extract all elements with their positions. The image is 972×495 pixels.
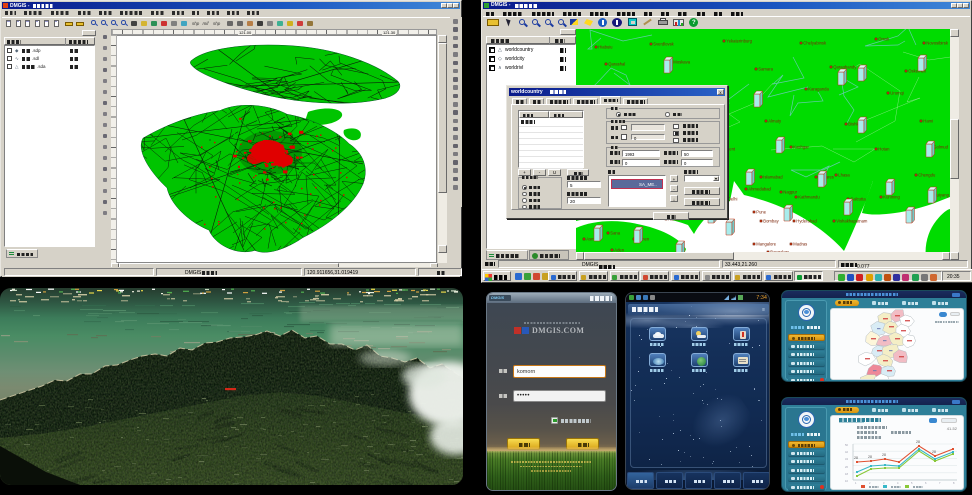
svg-text:8: 8 [953, 481, 955, 485]
svg-text:Islamabad: Islamabad [763, 175, 783, 180]
svg-text:Hyderabad: Hyderabad [796, 219, 817, 224]
svg-text:Omsk: Omsk [878, 37, 890, 42]
svg-text:28: 28 [916, 440, 920, 444]
svg-text:Chelyabinsk: Chelyabinsk [803, 41, 827, 46]
svg-text:6: 6 [925, 481, 927, 485]
svg-text:Urumqi: Urumqi [890, 91, 904, 96]
svg-text:50: 50 [845, 443, 848, 447]
svg-text:Mangalore: Mangalore [756, 242, 776, 247]
svg-text:Hotan: Hotan [878, 147, 890, 152]
svg-text:Novosibirsk: Novosibirsk [926, 41, 949, 46]
svg-text:Lhasa: Lhasa [838, 173, 850, 178]
svg-text:7: 7 [939, 481, 941, 485]
svg-text:10: 10 [845, 479, 848, 483]
svg-text:Kashgar: Kashgar [793, 145, 809, 150]
svg-text:—————: ————— [839, 420, 864, 426]
svg-text:28: 28 [932, 450, 936, 454]
svg-text:Yekaterinburg: Yekaterinburg [726, 39, 752, 44]
svg-text:Nagpur: Nagpur [783, 190, 797, 195]
svg-text:28: 28 [854, 456, 858, 460]
svg-text:Samara: Samara [758, 67, 773, 72]
svg-text:Golmud: Golmud [933, 145, 948, 150]
svg-text:34: 34 [845, 457, 848, 461]
svg-text:Madras: Madras [793, 242, 807, 247]
svg-text:5: 5 [911, 481, 913, 485]
svg-text:Hiabuiu: Hiabuiu [598, 45, 613, 50]
svg-text:2: 2 [869, 481, 871, 485]
svg-text:Moskava: Moskava [673, 60, 690, 65]
svg-text:28: 28 [868, 455, 872, 459]
svg-text:Pune: Pune [756, 210, 766, 215]
svg-text:Chengdu: Chengdu [918, 173, 936, 178]
svg-text:Hami: Hami [923, 119, 933, 124]
svg-text:3: 3 [883, 481, 885, 485]
svg-text:18: 18 [845, 472, 848, 476]
svg-text:Ahmedabad: Ahmedabad [748, 187, 771, 192]
svg-text:Sverdlovsk: Sverdlovsk [653, 42, 674, 47]
svg-text:Qarashal: Qarashal [608, 62, 625, 67]
svg-text:26: 26 [845, 465, 848, 469]
svg-text:1: 1 [855, 481, 857, 485]
svg-text:Karaganda: Karaganda [808, 87, 829, 92]
svg-text:Kathmandu: Kathmandu [798, 195, 820, 200]
svg-text:Vishakhapatnam: Vishakhapatnam [836, 219, 868, 224]
svg-text:Almaty: Almaty [768, 119, 782, 124]
svg-text:Sana: Sana [610, 231, 620, 236]
svg-text:Bombay: Bombay [763, 219, 779, 224]
svg-text:42: 42 [845, 450, 848, 454]
svg-text:28: 28 [882, 453, 886, 457]
svg-text:4: 4 [897, 481, 899, 485]
